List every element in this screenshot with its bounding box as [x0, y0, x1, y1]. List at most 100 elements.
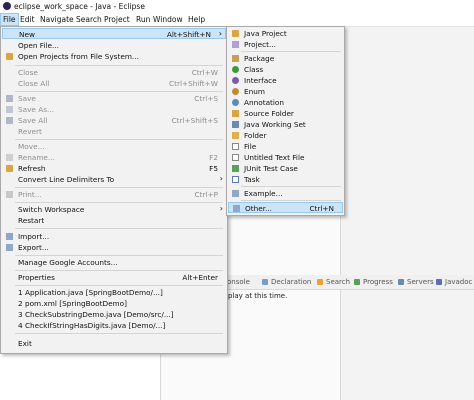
tab-declaration[interactable]: Declaration — [271, 278, 311, 286]
submenu-arrow-icon: › — [219, 204, 223, 213]
new-source-folder-item[interactable]: Source Folder — [228, 108, 343, 119]
window-title: eclipse_work_space - Java - Eclipse — [14, 2, 145, 11]
menu-file[interactable]: File — [0, 13, 19, 26]
separator — [15, 228, 223, 229]
search-icon — [317, 279, 323, 285]
file-save-as-item[interactable]: Save As... — [2, 104, 226, 115]
new-working-set-item[interactable]: Java Working Set — [228, 119, 343, 130]
print-icon — [6, 191, 13, 198]
menu-project[interactable]: Project — [104, 15, 130, 24]
file-close-all-item[interactable]: Close All Ctrl+Shift+W — [2, 78, 226, 89]
export-icon — [6, 244, 13, 251]
file-open-file-item[interactable]: Open File... — [2, 40, 226, 51]
working-set-icon — [232, 121, 239, 128]
package-icon — [232, 55, 239, 62]
rename-icon — [6, 154, 13, 161]
file-exit-item[interactable]: Exit — [2, 338, 226, 349]
new-example-item[interactable]: Example... — [228, 188, 343, 199]
file-close-item[interactable]: Close Ctrl+W — [2, 67, 226, 78]
separator — [241, 51, 341, 52]
file-revert-item[interactable]: Revert — [2, 126, 226, 137]
submenu-arrow-icon: › — [219, 174, 223, 183]
tab-javadoc[interactable]: Javadoc — [445, 278, 472, 286]
separator — [15, 202, 223, 203]
new-task-item[interactable]: Task — [228, 174, 343, 185]
new-untitled-text-item[interactable]: Untitled Text File — [228, 152, 343, 163]
folder-icon — [232, 132, 239, 139]
submenu-arrow-icon: › — [218, 29, 222, 38]
declaration-icon — [262, 279, 268, 285]
source-folder-icon — [232, 110, 239, 117]
file-import-item[interactable]: Import... — [2, 231, 226, 242]
new-java-project-item[interactable]: Java Project — [228, 28, 343, 39]
refresh-icon — [6, 165, 13, 172]
file-recent-3-item[interactable]: 3 CheckSubstringDemo.java [Demo/src/...] — [2, 309, 226, 320]
file-export-item[interactable]: Export... — [2, 242, 226, 253]
separator — [15, 270, 223, 271]
new-enum-item[interactable]: Enum — [228, 86, 343, 97]
save-icon — [6, 95, 13, 102]
separator — [241, 186, 341, 187]
new-junit-item[interactable]: JUnit Test Case — [228, 163, 343, 174]
file-new-item[interactable]: New Alt+Shift+N › — [2, 28, 226, 39]
file-icon — [232, 143, 239, 150]
new-submenu: Java Project Project... Package Class In… — [226, 26, 345, 216]
bottom-tab-bar: onsole Declaration Search Progress Serve… — [224, 275, 474, 290]
save-all-icon — [6, 117, 13, 124]
outline-panel — [340, 27, 474, 400]
file-recent-4-item[interactable]: 4 CheckIfStringHasDigits.java [Demo/...] — [2, 320, 226, 331]
new-other-item[interactable]: Other... Ctrl+N — [228, 202, 343, 213]
text-file-icon — [232, 154, 239, 161]
file-rename-item[interactable]: Rename... F2 — [2, 152, 226, 163]
other-wizard-icon — [233, 205, 240, 212]
tab-servers[interactable]: Servers — [407, 278, 434, 286]
file-open-projects-item[interactable]: Open Projects from File System... — [2, 51, 226, 62]
tab-progress[interactable]: Progress — [363, 278, 393, 286]
console-message: play at this time. — [228, 292, 288, 300]
new-interface-item[interactable]: Interface — [228, 75, 343, 86]
new-package-item[interactable]: Package — [228, 53, 343, 64]
file-save-item[interactable]: Save Ctrl+S — [2, 93, 226, 104]
tab-search[interactable]: Search — [326, 278, 350, 286]
java-project-icon — [232, 30, 239, 37]
file-convert-item[interactable]: Convert Line Delimiters To › — [2, 174, 226, 185]
enum-icon — [232, 88, 239, 95]
servers-icon — [398, 279, 404, 285]
title-bar: eclipse_work_space - Java - Eclipse — [0, 0, 474, 13]
task-icon — [232, 176, 239, 183]
separator — [15, 139, 223, 140]
file-google-accounts-item[interactable]: Manage Google Accounts... — [2, 257, 226, 268]
new-annotation-item[interactable]: Annotation — [228, 97, 343, 108]
tab-console[interactable]: onsole — [227, 278, 250, 286]
menu-navigate[interactable]: Navigate — [40, 15, 74, 24]
separator — [15, 333, 223, 334]
separator — [15, 91, 223, 92]
new-folder-item[interactable]: Folder — [228, 130, 343, 141]
separator — [15, 285, 223, 286]
menu-edit[interactable]: Edit — [20, 15, 35, 24]
file-properties-item[interactable]: Properties Alt+Enter — [2, 272, 226, 283]
file-save-all-item[interactable]: Save All Ctrl+Shift+S — [2, 115, 226, 126]
menu-window[interactable]: Window — [153, 15, 183, 24]
new-class-item[interactable]: Class — [228, 64, 343, 75]
file-switch-workspace-item[interactable]: Switch Workspace › — [2, 204, 226, 215]
menu-help[interactable]: Help — [188, 15, 205, 24]
file-print-item[interactable]: Print... Ctrl+P — [2, 189, 226, 200]
file-restart-item[interactable]: Restart — [2, 215, 226, 226]
menu-run[interactable]: Run — [136, 15, 150, 24]
new-project-item[interactable]: Project... — [228, 39, 343, 50]
progress-icon — [354, 279, 360, 285]
file-move-item[interactable]: Move... — [2, 141, 226, 152]
class-icon — [232, 66, 239, 73]
menu-search[interactable]: Search — [76, 15, 102, 24]
file-refresh-item[interactable]: Refresh F5 — [2, 163, 226, 174]
file-recent-2-item[interactable]: 2 pom.xml [SpringBootDemo] — [2, 298, 226, 309]
file-recent-1-item[interactable]: 1 Application.java [SpringBootDemo/...] — [2, 287, 226, 298]
file-menu: New Alt+Shift+N › Open File... Open Proj… — [0, 26, 228, 354]
new-file-item[interactable]: File — [228, 141, 343, 152]
project-icon — [232, 41, 239, 48]
separator — [15, 187, 223, 188]
menu-bar: File Edit Navigate Search Project Run Wi… — [0, 13, 474, 27]
folder-icon — [6, 53, 13, 60]
javadoc-icon — [436, 279, 442, 285]
